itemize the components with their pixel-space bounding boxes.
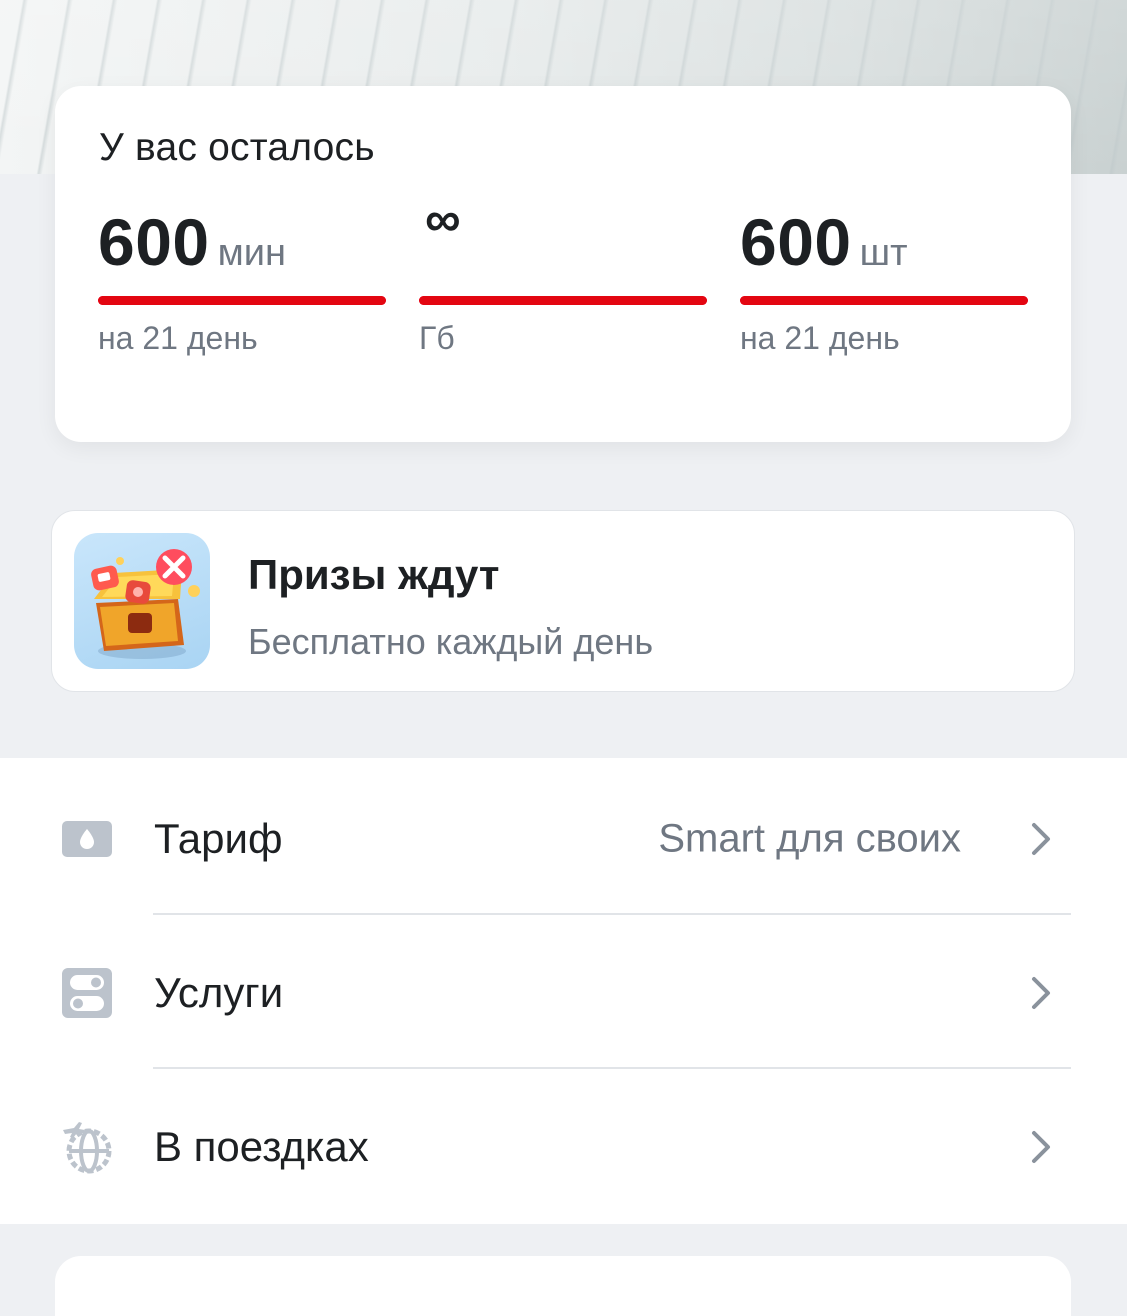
treasure-chest-icon <box>74 533 210 669</box>
chevron-right-icon <box>1026 973 1056 1013</box>
minutes-counter[interactable]: 600 мин на 21 день <box>98 204 386 356</box>
balance-card[interactable]: У вас осталось 600 мин на 21 день ∞ Гб 6… <box>55 86 1071 442</box>
promo-subtitle: Бесплатно каждый день <box>248 621 654 662</box>
menu-list: Тариф Smart для своих Услуги В поездках <box>0 758 1127 1224</box>
prizes-promo-card[interactable]: Призы ждут Бесплатно каждый день <box>51 510 1075 692</box>
chevron-right-icon <box>1026 1127 1056 1167</box>
internet-counter[interactable]: ∞ Гб <box>419 194 707 356</box>
menu-item-label: Услуги <box>154 969 284 1016</box>
menu-item-label: В поездках <box>154 1123 369 1170</box>
minutes-caption: на 21 день <box>98 320 258 356</box>
minutes-progress-bar <box>98 296 386 305</box>
menu-divider <box>153 913 1071 915</box>
minutes-unit: мин <box>217 232 286 274</box>
sms-unit: шт <box>859 232 908 274</box>
menu-divider <box>153 1067 1071 1069</box>
sms-value: 600 <box>740 205 852 279</box>
sms-caption: на 21 день <box>740 320 900 356</box>
toggles-icon <box>60 966 114 1020</box>
chevron-right-icon <box>1026 819 1056 859</box>
minutes-value: 600 <box>98 205 210 279</box>
menu-item-travel[interactable]: В поездках <box>0 1070 1127 1224</box>
menu-item-services[interactable]: Услуги <box>0 916 1127 1070</box>
tariff-name-value: Smart для своих <box>658 816 961 861</box>
travel-globe-icon <box>60 1120 114 1174</box>
menu-item-tariff[interactable]: Тариф Smart для своих <box>0 762 1127 916</box>
sms-counter[interactable]: 600 шт на 21 день <box>740 204 1028 356</box>
internet-progress-bar <box>419 296 707 305</box>
sim-card-icon <box>60 812 114 866</box>
promo-title: Призы ждут <box>248 551 500 598</box>
sms-progress-bar <box>740 296 1028 305</box>
internet-caption: Гб <box>419 320 455 356</box>
infinity-icon: ∞ <box>425 191 461 247</box>
next-card-partial <box>55 1256 1071 1316</box>
menu-item-label: Тариф <box>154 815 283 862</box>
balance-title: У вас осталось <box>99 126 375 169</box>
